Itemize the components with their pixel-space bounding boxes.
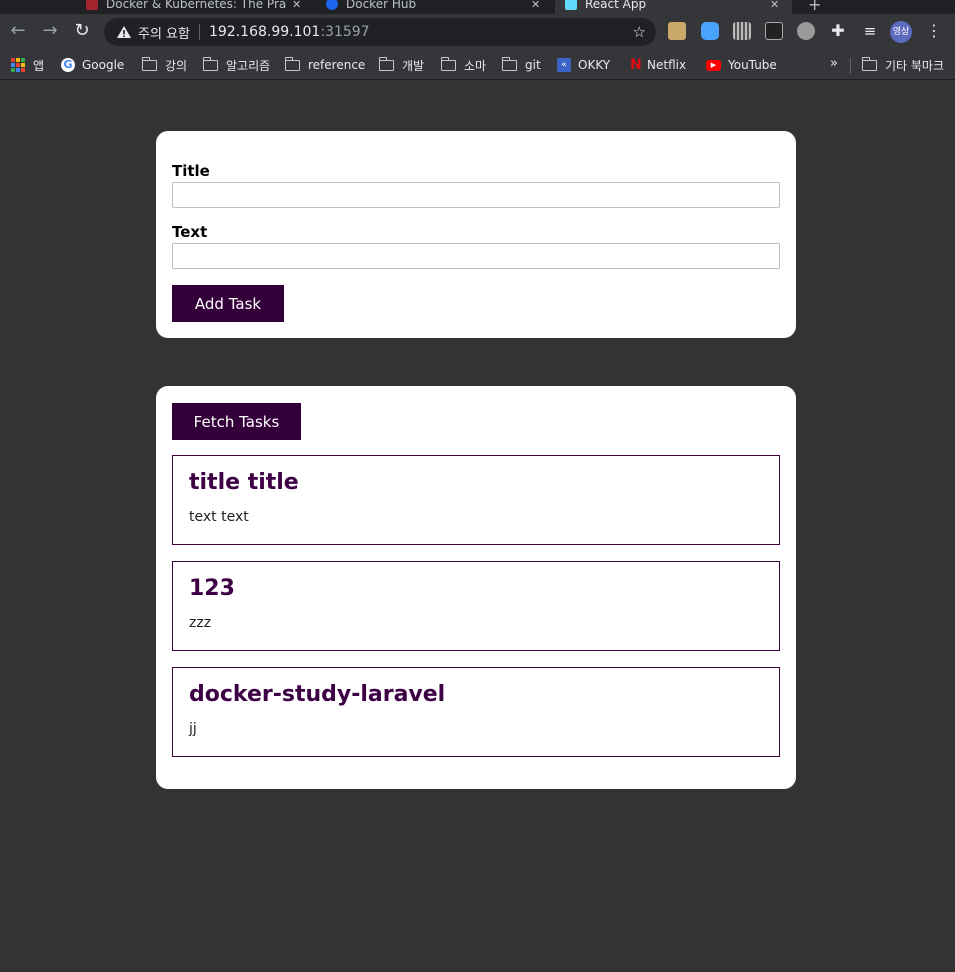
bookmark-label: git xyxy=(525,58,541,72)
puzzle-extensions-icon[interactable]: ✚ xyxy=(827,20,849,42)
bookmark-folder-algorithm[interactable]: 알고리즘 xyxy=(203,56,270,74)
folder-icon xyxy=(142,56,157,71)
terminal-extension-icon[interactable] xyxy=(765,22,783,40)
divider xyxy=(198,24,200,40)
task-item: title title text text xyxy=(172,455,780,545)
fetch-tasks-button[interactable]: Fetch Tasks xyxy=(172,403,301,440)
bookmark-label: YouTube xyxy=(728,58,777,72)
forward-icon[interactable]: → xyxy=(39,20,61,42)
wordpress-extension-icon[interactable] xyxy=(797,22,815,40)
bookmark-folder-soma[interactable]: 소마 xyxy=(441,56,486,74)
apps-grid-icon xyxy=(11,58,25,72)
menu-kebab-icon[interactable]: ⋮ xyxy=(926,20,942,42)
task-list-section: Fetch Tasks title title text text 123 zz… xyxy=(156,386,796,789)
bookmark-label: Netflix xyxy=(647,58,687,72)
close-icon[interactable]: ✕ xyxy=(770,0,779,11)
bookmark-folder-git[interactable]: git xyxy=(502,56,541,74)
task-text: text text xyxy=(189,509,249,525)
tab-docker-hub[interactable]: Docker Hub ✕ xyxy=(326,0,551,14)
text-input[interactable] xyxy=(172,243,780,269)
media-control-icon[interactable]: ≡ xyxy=(859,20,881,42)
bookmark-other[interactable]: 기타 북마크 xyxy=(862,56,944,74)
okky-icon: « xyxy=(557,58,571,72)
tab-label: React App xyxy=(585,0,647,11)
title-label: Title xyxy=(172,162,210,180)
bookmark-star-icon[interactable]: ☆ xyxy=(633,23,646,41)
add-task-form: Title Text Add Task xyxy=(156,131,796,338)
bookmark-folder-lecture[interactable]: 강의 xyxy=(142,56,187,74)
bookmark-folder-dev[interactable]: 개발 xyxy=(379,56,424,74)
bookmark-youtube[interactable]: ▶ YouTube xyxy=(706,56,777,74)
bookmark-label: reference xyxy=(308,58,366,72)
task-text: jj xyxy=(189,721,197,737)
docker-icon xyxy=(326,0,338,10)
url-port: :31597 xyxy=(320,24,370,40)
add-task-button[interactable]: Add Task xyxy=(172,285,284,322)
task-text: zzz xyxy=(189,615,212,631)
bookmark-folder-reference[interactable]: reference xyxy=(285,56,365,74)
text-label: Text xyxy=(172,223,208,241)
task-title: docker-study-laravel xyxy=(189,682,446,707)
bookmark-google[interactable]: G Google xyxy=(61,56,124,74)
tab-label: Docker & Kubernetes: The Pra xyxy=(106,0,287,11)
browser-toolbar: ← → ↻ 주의 요함 192.168.99.101:31597 ☆ ✚ ≡ 영… xyxy=(0,14,955,50)
bookmark-label: 알고리즘 xyxy=(226,58,271,73)
close-icon[interactable]: ✕ xyxy=(531,0,540,11)
task-title: 123 xyxy=(189,576,235,601)
react-icon xyxy=(565,0,577,10)
bookmark-label: 개발 xyxy=(402,58,425,73)
warning-icon xyxy=(117,26,131,38)
bookmark-label: 소마 xyxy=(464,58,487,73)
security-warning[interactable]: 주의 요함 xyxy=(138,23,190,42)
address-bar[interactable]: 주의 요함 192.168.99.101:31597 ☆ xyxy=(104,18,656,46)
bookmark-okky[interactable]: « OKKY xyxy=(557,56,610,74)
reload-icon[interactable]: ↻ xyxy=(71,20,93,42)
bookmarks-bar: 앱 G Google 강의 알고리즘 reference 개발 소마 git «… xyxy=(0,50,955,80)
url-host: 192.168.99.101 xyxy=(208,24,321,40)
netflix-icon: N xyxy=(630,57,642,73)
bookmark-label: Google xyxy=(82,58,125,72)
barcode-extension-icon[interactable] xyxy=(733,22,751,40)
folder-icon xyxy=(441,56,456,71)
cloud-extension-icon[interactable] xyxy=(701,22,719,40)
bookmark-netflix[interactable]: N Netflix xyxy=(630,56,686,74)
extension-icon[interactable] xyxy=(668,22,686,40)
bookmarks-overflow-icon[interactable]: » xyxy=(830,56,838,71)
tab-strip: Docker & Kubernetes: The Pra ✕ Docker Hu… xyxy=(0,0,955,14)
bookmark-label: 강의 xyxy=(165,58,188,73)
folder-icon xyxy=(285,56,300,71)
bookmark-label: 앱 xyxy=(33,58,45,73)
folder-icon xyxy=(203,56,218,71)
divider xyxy=(850,58,851,74)
folder-icon xyxy=(379,56,394,71)
close-icon[interactable]: ✕ xyxy=(292,0,301,11)
tab-react-app[interactable]: React App ✕ xyxy=(555,0,792,14)
bookmark-label: 기타 북마크 xyxy=(885,58,945,73)
udemy-icon xyxy=(86,0,98,10)
tab-label: Docker Hub xyxy=(346,0,417,11)
folder-icon xyxy=(502,56,517,71)
youtube-icon: ▶ xyxy=(706,59,721,71)
bookmark-label: OKKY xyxy=(578,58,611,72)
task-title: title title xyxy=(189,470,299,495)
bookmark-apps[interactable]: 앱 xyxy=(11,56,44,74)
google-icon: G xyxy=(61,58,75,72)
title-input[interactable] xyxy=(172,182,780,208)
folder-icon xyxy=(862,56,877,71)
new-tab-button[interactable]: + xyxy=(808,0,828,14)
back-icon[interactable]: ← xyxy=(7,20,29,42)
task-item: 123 zzz xyxy=(172,561,780,651)
profile-avatar[interactable]: 영상 xyxy=(890,21,912,43)
tab-docker-course[interactable]: Docker & Kubernetes: The Pra ✕ xyxy=(86,0,316,14)
task-item: docker-study-laravel jj xyxy=(172,667,780,757)
